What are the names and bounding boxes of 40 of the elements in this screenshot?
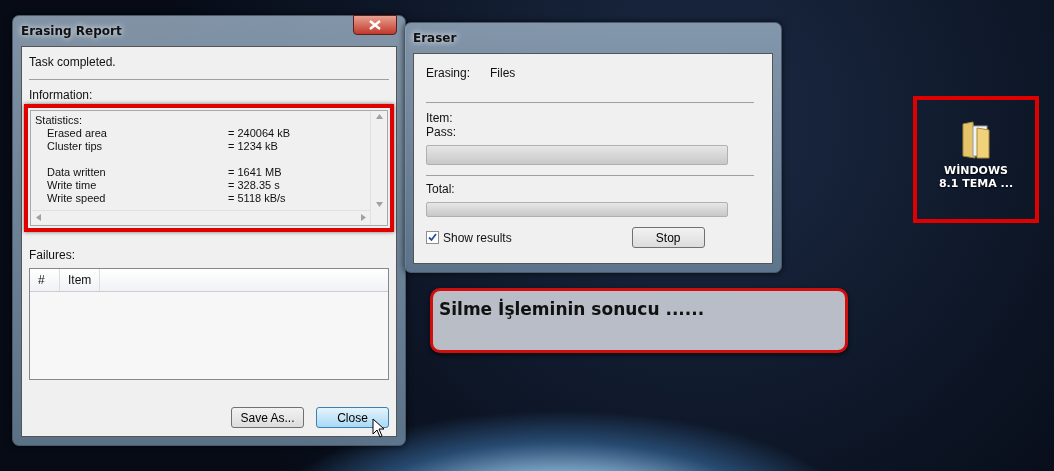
stat-value: = 1234 kB xyxy=(228,140,279,153)
horizontal-scrollbar[interactable] xyxy=(32,210,370,224)
scroll-arrow-icon[interactable] xyxy=(375,202,383,207)
status-text: Task completed. xyxy=(29,55,117,69)
stat-value: = 328.35 s xyxy=(228,179,281,192)
stat-label: Write time xyxy=(47,179,98,192)
show-results-checkbox[interactable] xyxy=(426,231,439,244)
desktop-icon-label[interactable]: WİNDOWS 8.1 TEMA ... xyxy=(936,164,1016,190)
erasing-label: Erasing: xyxy=(426,66,471,80)
mouse-pointer-icon xyxy=(372,418,386,438)
callout-note: Silme İşleminin sonucu ...... xyxy=(430,288,848,353)
scroll-arrow-icon[interactable] xyxy=(361,214,366,221)
stop-button[interactable]: Stop xyxy=(631,227,705,248)
stat-label: Erased area xyxy=(47,127,108,140)
stat-value: = 5118 kB/s xyxy=(228,192,287,205)
information-label: Information: xyxy=(29,88,94,102)
window-title: Erasing Report xyxy=(21,24,122,38)
stat-label: Data written xyxy=(47,166,107,179)
stat-value: = 1641 MB xyxy=(228,166,283,179)
column-header[interactable]: Item xyxy=(60,269,101,291)
scroll-arrow-icon[interactable] xyxy=(375,114,383,119)
show-results-label[interactable]: Show results xyxy=(443,230,512,245)
erasing-value: Files xyxy=(490,66,516,80)
dialog-button[interactable]: Save As... xyxy=(231,407,304,428)
scroll-arrow-icon[interactable] xyxy=(36,214,41,221)
item-label: Item: xyxy=(426,111,454,125)
statistics-heading: Statistics: xyxy=(35,114,84,127)
stat-value: = 240064 kB xyxy=(228,127,292,140)
column-header[interactable]: # xyxy=(30,269,60,291)
desktop-shortcut[interactable]: WİNDOWS 8.1 TEMA ... xyxy=(913,96,1039,223)
folder-icon[interactable] xyxy=(959,120,993,160)
window-title: Eraser xyxy=(413,31,457,45)
total-label: Total: xyxy=(426,182,456,196)
failures-label: Failures: xyxy=(29,248,76,262)
stat-label: Write speed xyxy=(47,192,107,205)
dialog-button[interactable]: Close xyxy=(316,407,389,428)
pass-label: Pass: xyxy=(426,125,457,139)
close-button[interactable] xyxy=(353,15,397,35)
close-icon[interactable] xyxy=(369,20,381,30)
stat-label: Cluster tips xyxy=(47,140,104,153)
